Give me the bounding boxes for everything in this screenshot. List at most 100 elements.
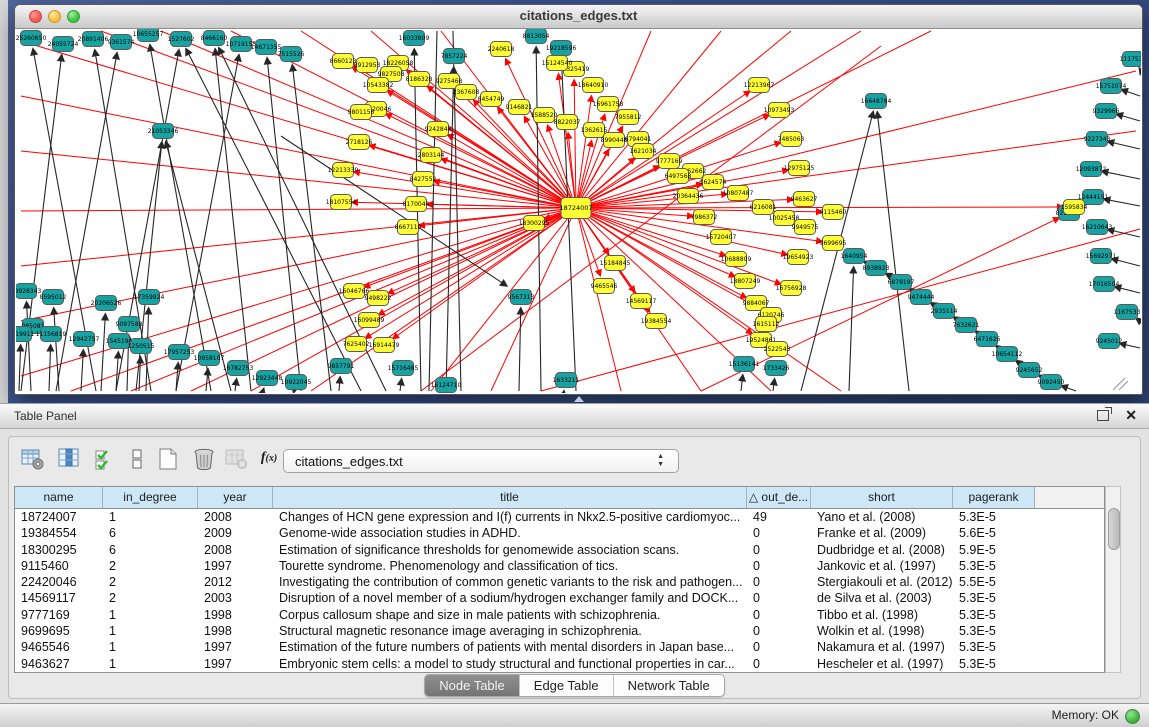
- graph-edge[interactable]: [1139, 68, 1140, 69]
- table-cell[interactable]: 5.6E-5: [953, 525, 1035, 541]
- table-cell[interactable]: 1: [103, 656, 198, 672]
- graph-edge[interactable]: [150, 45, 211, 391]
- table-cell[interactable]: 1: [103, 623, 198, 639]
- close-panel-icon[interactable]: ✕: [1125, 407, 1137, 424]
- table-cell[interactable]: 0: [747, 623, 811, 639]
- float-panel-icon[interactable]: [1097, 410, 1109, 421]
- table-cell[interactable]: 22420046: [15, 574, 103, 590]
- graph-edge[interactable]: [21, 208, 576, 266]
- graph-edge[interactable]: [21, 208, 576, 376]
- table-cell[interactable]: 9699695: [15, 623, 103, 639]
- table-cell[interactable]: 18724007: [15, 509, 103, 525]
- table-cell[interactable]: 6: [103, 525, 198, 541]
- column-header[interactable]: name: [15, 487, 103, 509]
- table-cell[interactable]: 9465546: [15, 639, 103, 655]
- scrollbar-thumb[interactable]: [1108, 508, 1120, 550]
- graph-edge[interactable]: [877, 112, 909, 391]
- graph-edge[interactable]: [292, 65, 331, 391]
- tab-node-table[interactable]: Node Table: [425, 675, 520, 696]
- create-column-icon[interactable]: [153, 447, 183, 475]
- table-cell[interactable]: 1997: [198, 639, 273, 655]
- table-cell[interactable]: 5.3E-5: [953, 509, 1035, 525]
- table-cell[interactable]: 5.3E-5: [953, 558, 1035, 574]
- delete-table-icon[interactable]: [222, 447, 252, 475]
- table-cell[interactable]: Investigating the contribution of common…: [273, 574, 747, 590]
- tab-edge-table[interactable]: Edge Table: [520, 675, 614, 696]
- graph-edge[interactable]: [1113, 378, 1125, 390]
- table-cell[interactable]: 2: [103, 558, 198, 574]
- table-cell[interactable]: 5.3E-5: [953, 607, 1035, 623]
- column-header[interactable]: short: [811, 487, 953, 509]
- table-cell[interactable]: 0: [747, 607, 811, 623]
- graph-edge[interactable]: [561, 59, 576, 391]
- table-cell[interactable]: Wolkin et al. (1998): [811, 623, 953, 639]
- show-column-icon[interactable]: [55, 447, 85, 475]
- table-cell[interactable]: Corpus callosum shape and size in male p…: [273, 607, 747, 623]
- graph-edge[interactable]: [176, 55, 239, 391]
- table-cell[interactable]: Jankovic et al. (1997): [811, 558, 953, 574]
- table-cell[interactable]: 1: [103, 509, 198, 525]
- graph-edge[interactable]: [215, 49, 251, 391]
- graph-edge[interactable]: [773, 379, 775, 391]
- graph-edge[interactable]: [1120, 343, 1140, 348]
- table-cell[interactable]: 1: [103, 607, 198, 623]
- table-cell[interactable]: 5.3E-5: [953, 656, 1035, 672]
- table-cell[interactable]: 2: [103, 590, 198, 606]
- table-cell[interactable]: 2008: [198, 509, 273, 525]
- table-cell[interactable]: Dudbridge et al. (2008): [811, 542, 953, 558]
- table-options-icon[interactable]: [18, 447, 48, 475]
- graph-edge[interactable]: [54, 308, 59, 391]
- graph-edge[interactable]: [576, 71, 1136, 208]
- graph-edge[interactable]: [21, 151, 576, 208]
- table-cell[interactable]: 1997: [198, 558, 273, 574]
- function-builder-icon[interactable]: f(x): [254, 450, 284, 478]
- graph-edge[interactable]: [81, 350, 83, 391]
- graph-edge[interactable]: [519, 308, 521, 391]
- graph-edge[interactable]: [1061, 386, 1076, 391]
- table-cell[interactable]: 49: [747, 509, 811, 525]
- graph-edge[interactable]: [427, 86, 576, 208]
- table-cell[interactable]: Disruption of a novel member of a sodium…: [273, 590, 747, 606]
- panel-splitter-handle[interactable]: [574, 396, 584, 402]
- column-header[interactable]: pagerank: [953, 487, 1035, 509]
- graph-edge[interactable]: [49, 345, 51, 391]
- graph-edge[interactable]: [446, 67, 454, 391]
- table-cell[interactable]: Estimation of the future numbers of pati…: [273, 639, 747, 655]
- table-cell[interactable]: 1998: [198, 607, 273, 623]
- graph-edge[interactable]: [235, 379, 237, 391]
- graph-edge[interactable]: [1121, 90, 1140, 96]
- column-header[interactable]: title: [273, 487, 747, 509]
- table-cell[interactable]: Tourette syndrome. Phenomenology and cla…: [273, 558, 747, 574]
- table-cell[interactable]: Nakamura et al. (1997): [811, 639, 953, 655]
- table-cell[interactable]: Stergiakouli et al. (2012): [811, 574, 953, 590]
- table-cell[interactable]: 2009: [198, 525, 273, 541]
- graph-edge[interactable]: [19, 345, 21, 391]
- table-cell[interactable]: 2012: [198, 574, 273, 590]
- column-header[interactable]: in_degree: [103, 487, 198, 509]
- table-cell[interactable]: Franke et al. (2009): [811, 525, 953, 541]
- table-cell[interactable]: 19384554: [15, 525, 103, 541]
- memory-status-indicator[interactable]: [1125, 709, 1140, 724]
- graph-edge[interactable]: [576, 207, 1063, 208]
- table-cell[interactable]: 0: [747, 656, 811, 672]
- table-cell[interactable]: 14569117: [15, 590, 103, 606]
- graph-edge[interactable]: [1117, 114, 1140, 121]
- window-titlebar[interactable]: citations_edges.txt: [15, 5, 1142, 29]
- graph-edge[interactable]: [741, 375, 743, 391]
- table-cell[interactable]: 9115460: [15, 558, 103, 574]
- table-cell[interactable]: 1: [103, 639, 198, 655]
- table-scrollbar[interactable]: [1105, 486, 1121, 673]
- delete-column-icon[interactable]: [189, 447, 219, 475]
- table-cell[interactable]: 0: [747, 558, 811, 574]
- table-cell[interactable]: 2008: [198, 542, 273, 558]
- tab-network-table[interactable]: Network Table: [614, 675, 724, 696]
- table-cell[interactable]: de Silva et al. (2003): [811, 590, 953, 606]
- table-cell[interactable]: 5.3E-5: [953, 639, 1035, 655]
- table-cell[interactable]: Structural magnetic resonance image aver…: [273, 623, 747, 639]
- table-cell[interactable]: Genome-wide association studies in ADHD.: [273, 525, 747, 541]
- table-cell[interactable]: Tibbo et al. (1998): [811, 607, 953, 623]
- graph-edge[interactable]: [849, 267, 854, 391]
- graph-edge[interactable]: [206, 369, 208, 391]
- graph-edge[interactable]: [267, 58, 301, 391]
- graph-edge[interactable]: [400, 379, 402, 391]
